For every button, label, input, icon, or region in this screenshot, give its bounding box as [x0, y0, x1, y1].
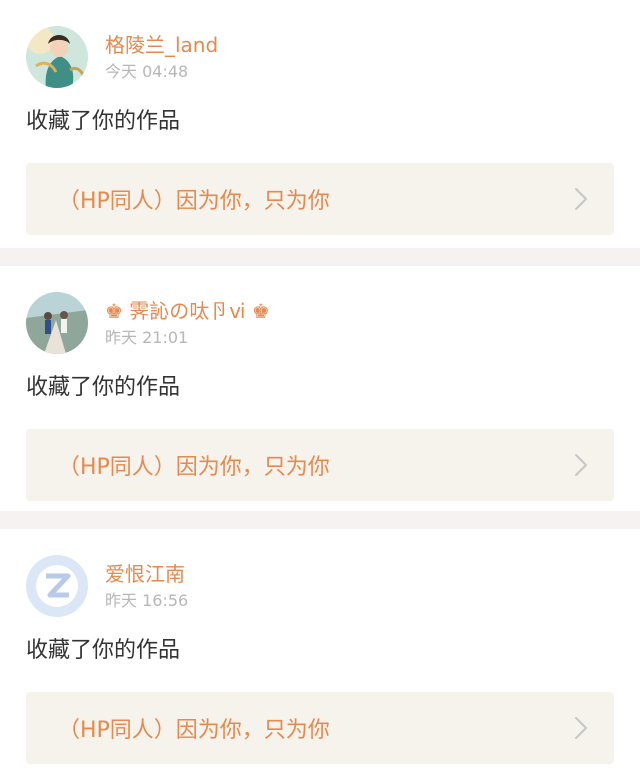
work-title: （HP同人）因为你，只为你	[58, 189, 330, 214]
work-title: （HP同人）因为你，只为你	[58, 455, 330, 480]
card-header: 爱恨江南 昨天 16:56	[26, 555, 614, 619]
avatar[interactable]	[26, 555, 88, 617]
username[interactable]: 爱恨江南	[105, 560, 188, 588]
card-header: ♚ 霁訫の呔卪ⅵ ♚ 昨天 21:01	[26, 292, 614, 356]
action-text: 收藏了你的作品	[26, 638, 181, 663]
default-qzone-avatar-icon	[26, 555, 88, 617]
chevron-right-icon	[574, 187, 588, 211]
timestamp: 昨天 21:01	[105, 328, 189, 347]
username[interactable]: ♚ 霁訫の呔卪ⅵ ♚	[105, 297, 270, 325]
avatar[interactable]	[26, 292, 88, 354]
photo-couple-avatar-icon	[26, 292, 88, 354]
user-meta: 格陵兰_land 今天 04:48	[105, 26, 218, 83]
activity-card: ♚ 霁訫の呔卪ⅵ ♚ 昨天 21:01 收藏了你的作品 （HP同人）因为你，只为…	[0, 266, 640, 511]
work-link[interactable]: （HP同人）因为你，只为你	[26, 163, 614, 235]
work-link[interactable]: （HP同人）因为你，只为你	[26, 692, 614, 764]
activity-card: 爱恨江南 昨天 16:56 收藏了你的作品 （HP同人）因为你，只为你	[0, 529, 640, 774]
user-meta: 爱恨江南 昨天 16:56	[105, 555, 188, 612]
work-title: （HP同人）因为你，只为你	[58, 718, 330, 743]
action-text: 收藏了你的作品	[26, 375, 181, 400]
chevron-right-icon	[574, 716, 588, 740]
action-text: 收藏了你的作品	[26, 109, 181, 134]
card-header: 格陵兰_land 今天 04:48	[26, 26, 614, 90]
avatar[interactable]	[26, 26, 88, 88]
timestamp: 今天 04:48	[105, 62, 189, 81]
user-meta: ♚ 霁訫の呔卪ⅵ ♚ 昨天 21:01	[105, 292, 270, 349]
illustrated-character-avatar-icon	[26, 26, 88, 88]
work-link[interactable]: （HP同人）因为你，只为你	[26, 429, 614, 501]
username[interactable]: 格陵兰_land	[105, 31, 218, 59]
activity-card: 格陵兰_land 今天 04:48 收藏了你的作品 （HP同人）因为你，只为你	[0, 0, 640, 248]
activity-feed: 格陵兰_land 今天 04:48 收藏了你的作品 （HP同人）因为你，只为你	[0, 0, 640, 774]
chevron-right-icon	[574, 453, 588, 477]
timestamp: 昨天 16:56	[105, 591, 189, 610]
